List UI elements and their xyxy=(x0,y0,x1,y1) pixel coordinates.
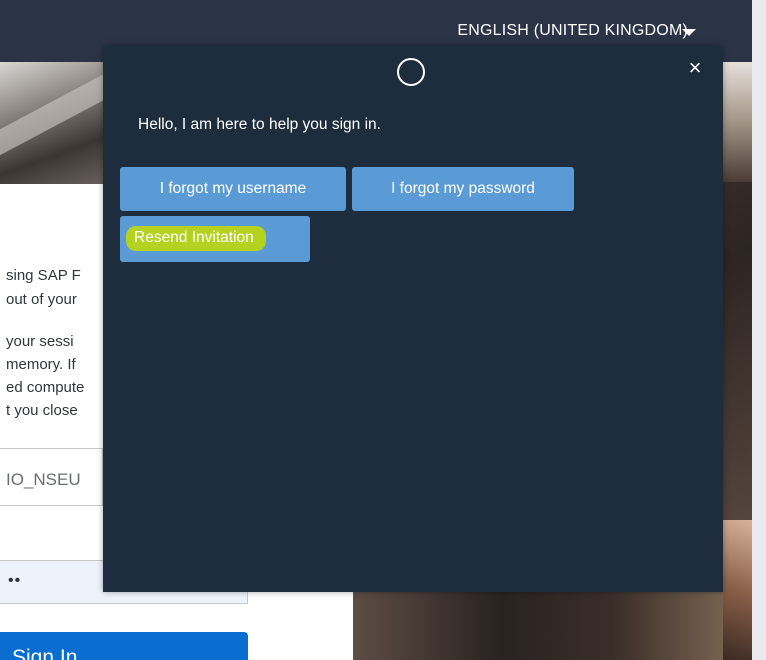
sign-in-button[interactable]: Sign In xyxy=(0,632,248,660)
info-text-line: out of your xyxy=(6,291,77,308)
language-selector[interactable]: ENGLISH (UNITED KINGDOM) xyxy=(457,22,688,40)
info-text-line: your sessi xyxy=(6,333,74,350)
resend-invitation-label: Resend Invitation xyxy=(126,226,266,251)
password-mask: •• xyxy=(8,572,22,589)
background-photo-bottom xyxy=(353,592,723,660)
window-edge xyxy=(752,0,766,660)
close-icon[interactable]: × xyxy=(683,56,707,80)
ring-icon xyxy=(397,58,425,86)
assistant-greeting: Hello, I am here to help you sign in. xyxy=(138,116,381,133)
info-text-line: ed compute xyxy=(6,379,85,396)
info-text-line: t you close xyxy=(6,402,78,419)
background-photo-right-bottom xyxy=(723,520,752,660)
forgot-username-button[interactable]: I forgot my username xyxy=(120,167,346,211)
sign-in-assistant-panel: × Hello, I am here to help you sign in. … xyxy=(103,46,723,592)
info-text-line: memory. If xyxy=(6,356,76,373)
background-photo-right-top xyxy=(723,62,752,182)
info-text-line: sing SAP F xyxy=(6,267,81,284)
username-value: IO_NSEU xyxy=(6,470,81,489)
resend-invitation-button[interactable]: Resend Invitation xyxy=(120,216,310,262)
forgot-password-button[interactable]: I forgot my password xyxy=(352,167,574,211)
caret-down-icon[interactable] xyxy=(682,29,696,36)
